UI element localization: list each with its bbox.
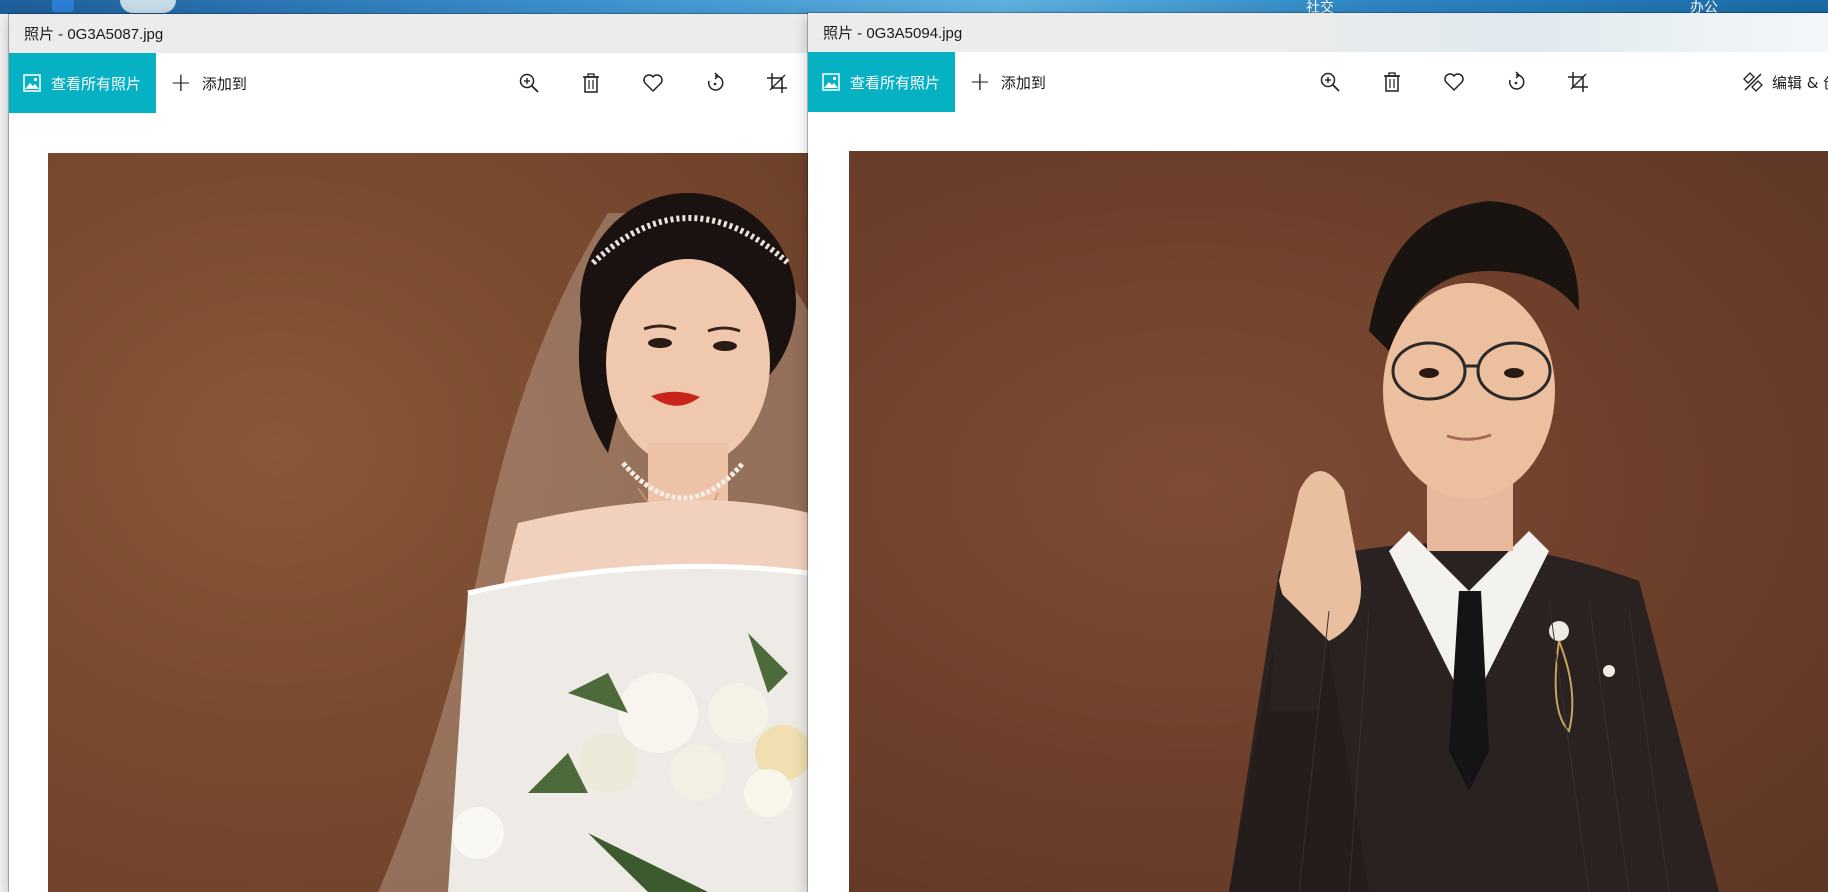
- view-all-photos-label: 查看所有照片: [51, 74, 142, 93]
- window-title: 照片 - 0G3A5087.jpg: [24, 26, 164, 43]
- desktop-shortcut-icon[interactable]: [52, 0, 74, 12]
- edit-create-icon: [1743, 72, 1763, 92]
- add-to-label: 添加到: [201, 74, 247, 93]
- window-titlebar[interactable]: 照片 - 0G3A5087.jpg: [9, 14, 809, 53]
- plus-icon: +: [969, 67, 991, 97]
- plus-icon: +: [170, 68, 192, 98]
- zoom-in-icon[interactable]: [517, 71, 541, 95]
- add-to-label: 添加到: [1000, 73, 1046, 92]
- photo-icon: [822, 73, 840, 91]
- view-all-photos-label: 查看所有照片: [850, 73, 941, 92]
- add-to-button[interactable]: + 添加到: [955, 67, 1046, 97]
- photo-toolbar: 查看所有照片 + 添加到 编辑 & 创: [808, 52, 1828, 112]
- window-titlebar[interactable]: 照片 - 0G3A5094.jpg: [808, 13, 1828, 52]
- delete-icon[interactable]: [579, 71, 603, 95]
- groom-portrait-illustration: [1229, 201, 1719, 892]
- edit-create-label: 编辑 & 创: [1772, 73, 1828, 92]
- crop-icon[interactable]: [1566, 70, 1590, 94]
- edit-create-button[interactable]: 编辑 & 创: [1742, 52, 1828, 112]
- rotate-icon[interactable]: [703, 71, 727, 95]
- crop-icon[interactable]: [765, 71, 789, 95]
- bride-portrait-photo[interactable]: [48, 153, 809, 892]
- photo-viewer: [808, 112, 1828, 892]
- photo-icon: [23, 74, 41, 92]
- view-all-photos-button[interactable]: 查看所有照片: [9, 53, 157, 113]
- photo-viewer: [9, 113, 809, 892]
- view-all-photos-button[interactable]: 查看所有照片: [808, 52, 956, 112]
- rotate-icon[interactable]: [1504, 70, 1528, 94]
- photos-window-2: 照片 - 0G3A5094.jpg 查看所有照片 + 添加到 编辑 &: [808, 13, 1828, 892]
- desktop-label-social[interactable]: 社交: [1306, 0, 1334, 14]
- favorite-icon[interactable]: [1442, 70, 1466, 94]
- photo-toolbar: 查看所有照片 + 添加到: [9, 53, 809, 113]
- desktop-label-office[interactable]: 办公: [1690, 0, 1718, 14]
- delete-icon[interactable]: [1380, 70, 1404, 94]
- window-title: 照片 - 0G3A5094.jpg: [823, 25, 963, 42]
- add-to-button[interactable]: + 添加到: [156, 68, 247, 98]
- favorite-icon[interactable]: [641, 71, 665, 95]
- bride-portrait-illustration: [378, 193, 809, 892]
- zoom-in-icon[interactable]: [1318, 70, 1342, 94]
- desktop-shortcut-icon[interactable]: [120, 0, 176, 13]
- desktop-background: [0, 0, 1828, 14]
- photos-window-1: 照片 - 0G3A5087.jpg 查看所有照片 + 添加到: [9, 14, 809, 892]
- groom-portrait-photo[interactable]: [849, 151, 1828, 892]
